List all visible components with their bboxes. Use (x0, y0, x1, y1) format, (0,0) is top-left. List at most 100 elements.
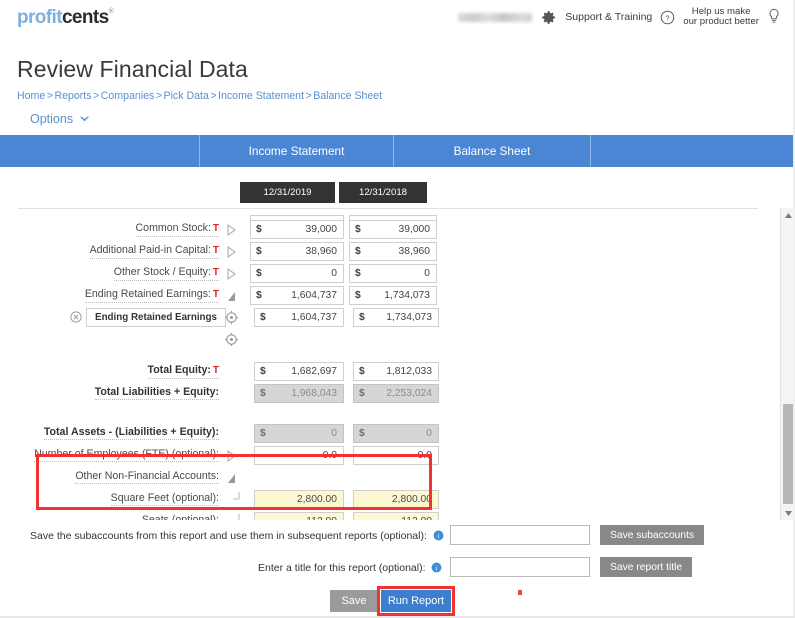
total-marker-icon: T (212, 245, 219, 256)
table-row: Square Feet (optional): 2,800.00 2,800.0… (18, 489, 738, 511)
report-tab-strip: Income Statement Balance Sheet (0, 135, 795, 176)
input-other-stock-equity-period-1[interactable]: $0 (250, 264, 344, 283)
total-marker-icon: T (212, 289, 219, 300)
table-row: Seats (optional): 112.00 112.00 (18, 511, 738, 520)
total-marker-icon: T (212, 267, 219, 278)
input-additional-paid-in-capital-period-2[interactable]: $38,960 (349, 242, 437, 261)
chevron-down-icon (79, 115, 90, 123)
add-subaccount-row (18, 329, 738, 349)
question-mark-icon[interactable]: ? (660, 10, 675, 25)
report-title-input[interactable] (450, 557, 590, 577)
input-common-stock-period-1[interactable]: $39,000 (250, 220, 344, 239)
input-number-of-employees-period-2[interactable]: 0.0 (353, 446, 439, 465)
help-line-2: our product better (683, 16, 759, 27)
total-marker-icon: T (212, 223, 219, 234)
balance-sheet-grid: Common Stock: T $39,000 $39,000 Additiona… (18, 208, 758, 520)
input-ending-retained-earnings-period-1[interactable]: $1,604,737 (250, 286, 344, 305)
info-icon[interactable]: i (430, 530, 444, 542)
table-row: Ending Retained Earnings: T $1,604,737 $1… (18, 285, 738, 307)
support-training-link[interactable]: Support & Training (565, 11, 652, 23)
table-row: Other Stock / Equity: T $0 $0 (18, 263, 738, 285)
active-tab-arrow-icon (483, 167, 501, 176)
table-row-clipped (18, 209, 738, 227)
value-total-liabilities-equity-period-1: $1,968,043 (254, 384, 344, 403)
breadcrumb-item-reports[interactable]: Reports (54, 90, 91, 102)
top-bar-right: Support & Training ? Help us make our pr… (458, 5, 795, 28)
options-dropdown[interactable]: Options (30, 112, 90, 126)
column-header-period-1[interactable]: 12/31/2019 (240, 182, 335, 203)
red-marker-dot (518, 590, 522, 595)
value-total-equity-period-2[interactable]: $1,812,033 (353, 362, 439, 381)
breadcrumb-item-pick-data[interactable]: Pick Data (164, 90, 209, 102)
input-square-feet-period-2[interactable]: 2,800.00 (353, 490, 439, 509)
breadcrumb-item-companies[interactable]: Companies (101, 90, 155, 102)
tab-balance-sheet[interactable]: Balance Sheet (394, 135, 591, 176)
row-label-total-assets-minus-liabilities-equity: Total Assets - (Liabilities + Equity): (43, 426, 219, 440)
input-additional-paid-in-capital-period-1[interactable]: $38,960 (250, 242, 344, 261)
value-total-liabilities-equity-period-2: $2,253,024 (353, 384, 439, 403)
help-us-make-better-link[interactable]: Help us make our product better (683, 5, 759, 28)
input-seats-period-2[interactable]: 112.00 (353, 512, 439, 520)
help-line-1: Help us make (691, 5, 751, 17)
row-label-number-of-employees: Number of Employees (FTE) (optional): (34, 448, 219, 462)
subaccount-name-input[interactable]: Ending Retained Earnings (86, 308, 226, 327)
row-label-total-equity: Total Equity: T (147, 364, 219, 379)
save-subaccounts-button[interactable]: Save subaccounts (600, 525, 705, 545)
value-total-equity-period-1[interactable]: $1,682,697 (254, 362, 344, 381)
review-financial-data-page: profitcents® Support & Training ? Help u… (0, 0, 795, 618)
report-save-form: Save the subaccounts from this report an… (0, 524, 795, 583)
tab-income-statement[interactable]: Income Statement (200, 135, 394, 167)
save-subaccounts-input[interactable] (450, 525, 590, 545)
info-icon[interactable]: i (428, 562, 442, 574)
total-marker-icon: T (212, 365, 219, 376)
table-row: Common Stock: T $39,000 $39,000 (18, 219, 738, 241)
save-button[interactable]: Save (330, 590, 378, 612)
profitcents-logo[interactable]: profitcents® (17, 6, 114, 28)
lightbulb-icon[interactable] (767, 8, 781, 26)
tab-blank-right (591, 135, 795, 167)
breadcrumb-separator: > (93, 90, 100, 102)
input-square-feet-period-1[interactable]: 2,800.00 (254, 490, 344, 509)
logo-part-cents: cents (61, 6, 109, 28)
column-date-headers: 12/31/2019 12/31/2018 (0, 182, 795, 204)
grid-spacer (18, 349, 758, 361)
table-row: Other Non-Financial Accounts: (18, 467, 738, 489)
save-report-title-button[interactable]: Save report title (600, 557, 693, 577)
breadcrumb-separator: > (155, 90, 163, 102)
svg-text:?: ? (666, 13, 670, 22)
options-label: Options (30, 112, 74, 126)
svg-text:i: i (437, 532, 439, 540)
gear-icon[interactable] (540, 9, 557, 26)
breadcrumb-item-balance-sheet[interactable]: Balance Sheet (313, 90, 382, 102)
action-button-bar: Save Run Report (0, 586, 795, 616)
run-report-button[interactable]: Run Report (381, 590, 451, 612)
svg-text:i: i (436, 564, 438, 572)
breadcrumb: Home > Reports > Companies > Pick Data > Income … (17, 90, 382, 102)
input-common-stock-period-2[interactable]: $39,000 (349, 220, 437, 239)
save-subaccounts-label: Save the subaccounts from this report an… (30, 530, 444, 542)
input-ending-retained-earnings-period-2[interactable]: $1,734,073 (349, 286, 437, 305)
row-label-square-feet: Square Feet (optional): (110, 492, 219, 506)
row-label-other-non-financial-accounts: Other Non-Financial Accounts: (75, 470, 219, 484)
row-label-common-stock: Common Stock: T (135, 222, 219, 237)
logo-part-profit: profit (17, 6, 63, 28)
logo-trademark: ® (108, 7, 114, 15)
breadcrumb-item-income-statement[interactable]: Income Statement (218, 90, 304, 102)
column-header-period-2[interactable]: 12/31/2018 (339, 182, 427, 203)
row-label-ending-retained-earnings: Ending Retained Earnings: T (84, 288, 219, 303)
top-bar: profitcents® Support & Training ? Help u… (0, 0, 795, 34)
input-other-stock-equity-period-2[interactable]: $0 (349, 264, 437, 283)
user-name-redacted (458, 12, 533, 22)
input-seats-period-1[interactable]: 112.00 (254, 512, 344, 520)
row-label-additional-paid-in-capital: Additional Paid-in Capital: T (89, 244, 219, 259)
breadcrumb-item-home[interactable]: Home (17, 90, 45, 102)
table-row: Total Equity: T $1,682,697 $1,812,033 (18, 361, 738, 383)
input-subaccount-period-2[interactable]: $1,734,073 (353, 308, 439, 327)
tab-balance-sheet-label: Balance Sheet (453, 144, 531, 158)
table-row: Additional Paid-in Capital: T $38,960 $38… (18, 241, 738, 263)
table-row: Number of Employees (FTE) (optional): 0.… (18, 445, 738, 467)
input-number-of-employees-period-1[interactable]: 0.0 (254, 446, 344, 465)
row-label-seats: Seats (optional): (142, 514, 219, 520)
grid-spacer (18, 405, 758, 423)
input-subaccount-period-1[interactable]: $1,604,737 (254, 308, 344, 327)
